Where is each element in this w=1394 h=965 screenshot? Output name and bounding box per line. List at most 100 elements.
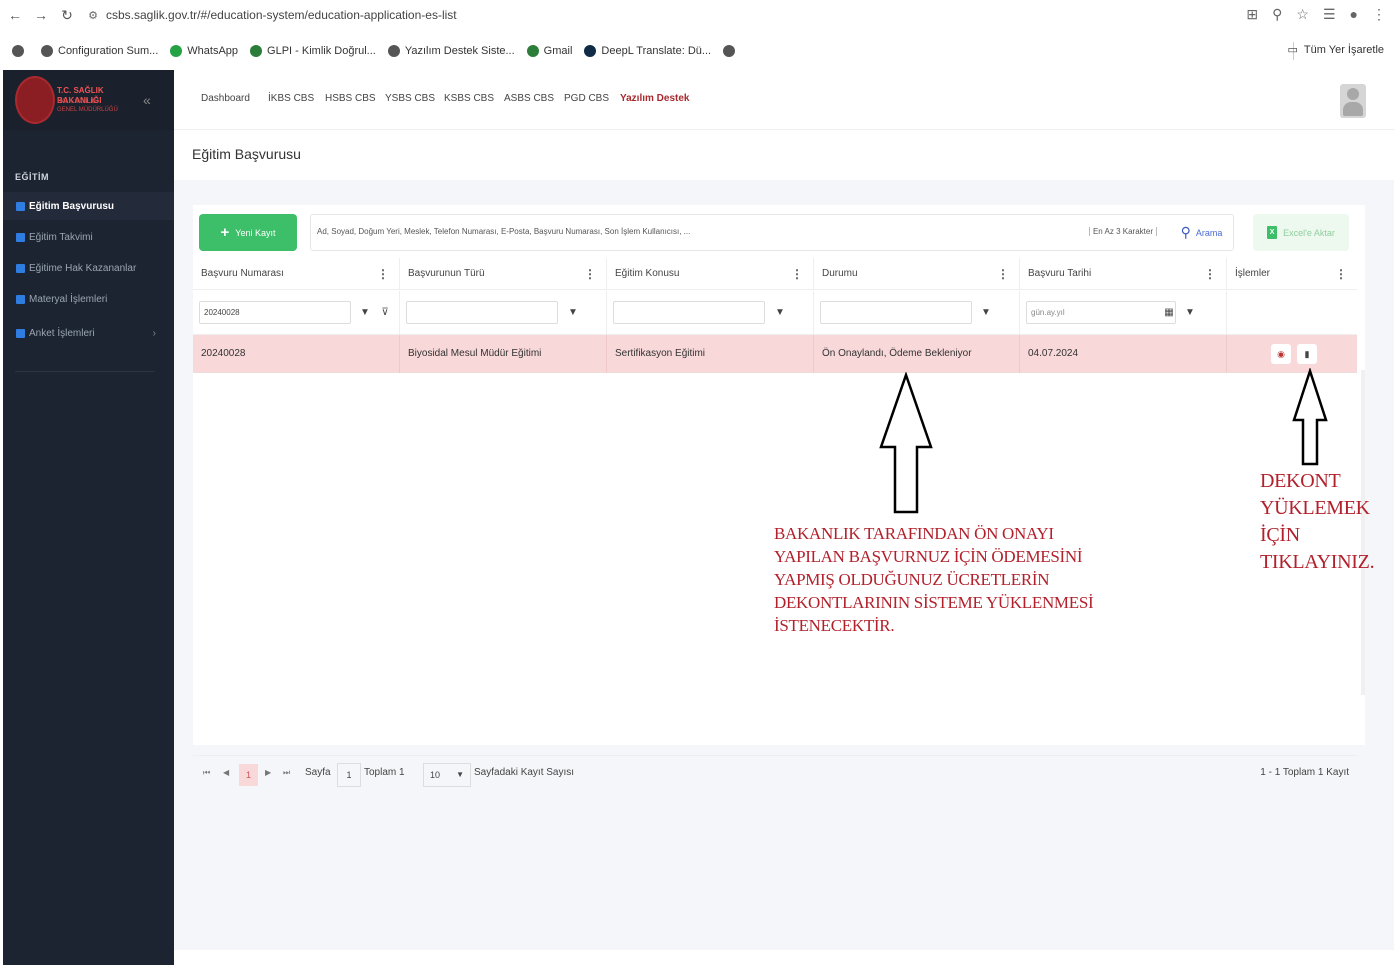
- column-menu-icon[interactable]: ⋮: [584, 258, 596, 290]
- bookmark-item[interactable]: Gmail: [526, 45, 572, 57]
- nav-ksbs[interactable]: KSBS CBS: [444, 93, 494, 104]
- collapse-sidebar-icon[interactable]: «: [143, 92, 151, 108]
- table-row[interactable]: 20240028 Biyosidal Mesul Müdür Eğitimi S…: [193, 335, 1357, 373]
- folder-icon: ▭: [1287, 44, 1298, 56]
- filter-icon[interactable]: ▼: [1181, 301, 1199, 324]
- clear-filter-icon[interactable]: ⊽: [376, 301, 394, 324]
- sidebar-item-anket[interactable]: Anket İşlemleri ›: [3, 319, 174, 347]
- next-page-icon[interactable]: ▶: [265, 768, 271, 777]
- top-navigation: Dashboard İKBS CBS HSBS CBS YSBS CBS KSB…: [174, 70, 1394, 130]
- cell-number: 20240028: [193, 335, 400, 373]
- bookmark-star-icon[interactable]: ☆: [1296, 6, 1309, 23]
- bookmark-item[interactable]: Yazılım Destek Siste...: [387, 45, 515, 57]
- search-button[interactable]: ⚲ Arama: [1170, 214, 1233, 251]
- zoom-icon[interactable]: ⚲: [1272, 6, 1282, 23]
- bookmark-item[interactable]: GLPI - Kimlik Doğrul...: [250, 45, 376, 57]
- nav-pgd[interactable]: PGD CBS: [564, 93, 609, 104]
- filter-cell: 20240028 ▼ ⊽: [193, 291, 400, 335]
- sidebar-item-hak-kazananlar[interactable]: Eğitime Hak Kazananlar: [3, 254, 174, 282]
- site-info-icon[interactable]: ⚙: [84, 9, 102, 22]
- reload-icon[interactable]: ↻: [56, 7, 78, 24]
- bookmark-item[interactable]: DeepL Translate: Dü...: [584, 45, 711, 57]
- filter-cell: ▼: [607, 291, 814, 335]
- sidebar-item-materyal[interactable]: Materyal İşlemleri: [3, 285, 174, 313]
- bookmarks-bar: Configuration Sum... WhatsApp GLPI - Kim…: [0, 38, 1394, 64]
- new-record-button[interactable]: + Yeni Kayıt: [199, 214, 297, 251]
- page-number-input[interactable]: 1: [337, 763, 361, 787]
- menu-icon[interactable]: ⋮: [1372, 6, 1386, 23]
- up-arrow-annotation-right: [1292, 368, 1328, 466]
- bookmark-item[interactable]: Configuration Sum...: [41, 45, 158, 57]
- column-menu-icon[interactable]: ⋮: [1335, 258, 1347, 290]
- last-page-icon[interactable]: ⏭: [283, 768, 290, 778]
- bookmark-item[interactable]: WhatsApp: [170, 45, 238, 57]
- column-menu-icon[interactable]: ⋮: [1204, 258, 1216, 290]
- number-filter-input[interactable]: 20240028: [199, 301, 351, 324]
- column-header[interactable]: Eğitim Konusu ⋮: [607, 258, 814, 290]
- calendar-icon[interactable]: ▦: [1160, 301, 1178, 324]
- page-header: Eğitim Başvurusu: [174, 130, 1394, 180]
- filter-icon[interactable]: ▼: [356, 301, 374, 324]
- page-title: Eğitim Başvurusu: [192, 146, 301, 162]
- excel-icon: X: [1267, 226, 1278, 239]
- profile-icon[interactable]: ●: [1350, 6, 1358, 23]
- column-header[interactable]: Başvuru Numarası ⋮: [193, 258, 400, 290]
- column-header[interactable]: Başvurunun Türü ⋮: [400, 258, 607, 290]
- nav-yazilim-destek[interactable]: Yazılım Destek: [620, 93, 689, 104]
- nav-hsbs[interactable]: HSBS CBS: [325, 93, 376, 104]
- filter-icon[interactable]: ▼: [977, 301, 995, 324]
- page-label: Sayfa: [305, 767, 331, 778]
- prev-page-icon[interactable]: ◀: [223, 768, 229, 777]
- url-input[interactable]: csbs.saglik.gov.tr/#/education-system/ed…: [106, 8, 457, 22]
- logo[interactable]: T.C. SAĞLIK BAKANLIĞI HALK SAĞLIĞI GENEL …: [3, 70, 174, 130]
- first-page-icon[interactable]: ⏮: [203, 768, 210, 778]
- nav-dashboard[interactable]: Dashboard: [201, 93, 250, 104]
- nav-ikbs[interactable]: İKBS CBS: [268, 93, 314, 104]
- column-header[interactable]: Başvuru Tarihi ⋮: [1020, 258, 1227, 290]
- column-header[interactable]: İşlemler ⋮: [1227, 258, 1357, 290]
- column-menu-icon[interactable]: ⋮: [791, 258, 803, 290]
- column-header[interactable]: Durumu ⋮: [814, 258, 1020, 290]
- bookmark-item[interactable]: [723, 45, 740, 57]
- page-size-select[interactable]: 10 ▼: [423, 763, 471, 787]
- forward-icon[interactable]: →: [30, 7, 52, 23]
- menu-square-icon: [16, 232, 25, 242]
- translate-icon[interactable]: ⊞: [1246, 6, 1258, 23]
- annotation-center-text: BAKANLIK TARAFINDAN ÖN ONAYI YAPILAN BAŞ…: [774, 524, 1094, 635]
- plus-icon: +: [220, 224, 230, 241]
- nav-ysbs[interactable]: YSBS CBS: [385, 93, 435, 104]
- grid-header: Başvuru Numarası ⋮ Başvurunun Türü ⋮ Eğiti…: [193, 258, 1357, 290]
- grid-toolbar: + Yeni Kayıt Ad, Soyad, Doğum Yeri, Mesl…: [193, 205, 1365, 257]
- page-total: Toplam 1: [364, 767, 405, 778]
- status-filter-input[interactable]: [820, 301, 972, 324]
- cell-status: Ön Onaylandı, Ödeme Bekleniyor: [814, 335, 1020, 373]
- pagination: ⏮ ◀ 1 ▶ ⏭ Sayfa 1 Toplam 1 10 ▼ Sayfadaki…: [193, 755, 1357, 795]
- ministry-seal-icon: [15, 76, 55, 124]
- column-menu-icon[interactable]: ⋮: [997, 258, 1009, 290]
- browser-actions: ⊞ ⚲ ☆ ☰ ● ⋮: [1246, 6, 1386, 23]
- upload-receipt-icon[interactable]: ▮: [1297, 344, 1317, 364]
- record-summary: 1 - 1 Toplam 1 Kayıt: [1260, 767, 1349, 778]
- date-filter-input[interactable]: gün.ay.yıl: [1026, 301, 1176, 324]
- filter-cell: gün.ay.yıl ▦ ▼: [1020, 291, 1227, 335]
- all-bookmarks[interactable]: ▭ Tüm Yer İşaretle: [1287, 43, 1385, 57]
- filter-icon[interactable]: ▼: [564, 301, 582, 324]
- topic-filter-input[interactable]: [613, 301, 765, 324]
- menu-square-icon: [16, 201, 25, 211]
- search-input[interactable]: Ad, Soyad, Doğum Yeri, Meslek, Telefon N…: [310, 214, 1234, 251]
- current-page-button[interactable]: 1: [239, 764, 258, 786]
- menu-square-icon: [16, 294, 25, 304]
- export-excel-button[interactable]: X Excel'e Aktar: [1253, 214, 1349, 251]
- sidebar-item-egitim-basvurusu[interactable]: Eğitim Başvurusu: [3, 192, 174, 220]
- filter-icon[interactable]: ▼: [771, 301, 789, 324]
- view-eye-icon[interactable]: ◉: [1271, 344, 1291, 364]
- type-filter-input[interactable]: [406, 301, 558, 324]
- extensions-icon[interactable]: ☰: [1323, 6, 1336, 23]
- apps-icon[interactable]: [12, 45, 29, 57]
- column-menu-icon[interactable]: ⋮: [377, 258, 389, 290]
- nav-asbs[interactable]: ASBS CBS: [504, 93, 554, 104]
- sidebar-item-egitim-takvimi[interactable]: Eğitim Takvimi: [3, 223, 174, 251]
- back-icon[interactable]: ←: [4, 7, 26, 23]
- avatar[interactable]: [1340, 84, 1366, 118]
- menu-square-icon: [16, 263, 25, 273]
